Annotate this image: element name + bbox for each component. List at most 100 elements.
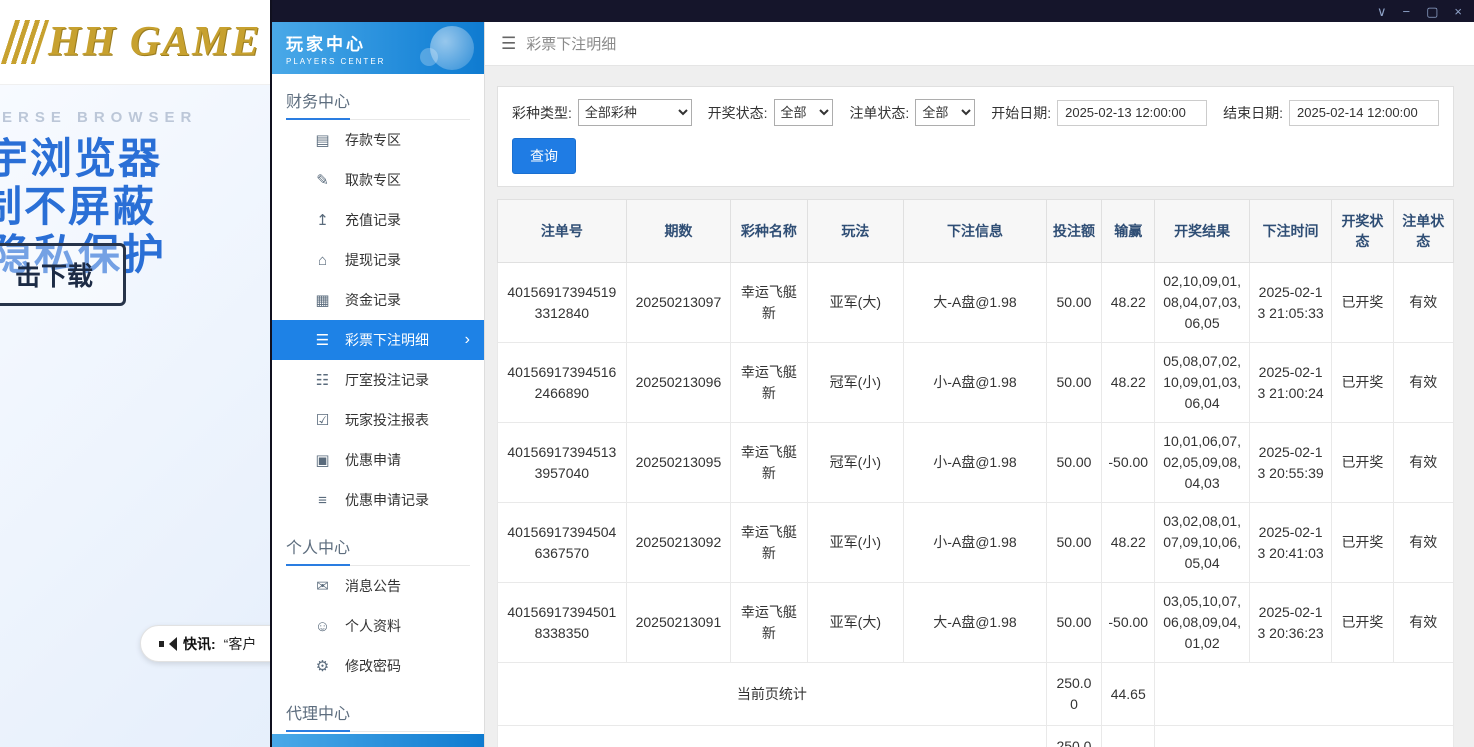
col-amount: 投注额 <box>1046 200 1101 263</box>
total-summary-row: 总统计 250.00 44.65 <box>498 726 1454 747</box>
sidebar-item-hall-bet-record[interactable]: ☷ 厅室投注记录 <box>272 360 484 400</box>
promo-en-text: ERSE BROWSER <box>2 109 197 126</box>
sidebar-item-label: 厅室投注记录 <box>345 370 429 390</box>
sidebar-item-message-notice[interactable]: ✉ 消息公告 <box>272 566 484 606</box>
cell-win-loss: -50.00 <box>1102 583 1155 663</box>
cell-period: 20250213092 <box>626 503 731 583</box>
cell-lottery: 幸运飞艇新 <box>731 423 807 503</box>
cell-play: 亚军(小) <box>807 503 904 583</box>
page-summary-win-loss: 44.65 <box>1102 663 1155 726</box>
ticker-text: “客户 <box>224 634 257 654</box>
col-order-status: 注单状态 <box>1393 200 1453 263</box>
sidebar-item-label: 取款专区 <box>345 170 401 190</box>
chevron-right-icon: › <box>465 331 470 349</box>
cell-order-status: 有效 <box>1393 583 1453 663</box>
cell-bet-time: 2025-02-13 21:00:24 <box>1249 343 1331 423</box>
total-summary-empty <box>1155 726 1454 747</box>
cell-order-id: 401569173945193312840 <box>498 263 627 343</box>
sidebar-item-withdrawal-record[interactable]: ⌂ 提现记录 <box>272 240 484 280</box>
cell-result: 03,05,10,07,06,08,09,04,01,02 <box>1155 583 1249 663</box>
section-personal: 个人中心 <box>272 520 484 566</box>
profile-icon: ☺ <box>314 618 331 635</box>
bet-status-select[interactable]: 全部 <box>915 99 975 126</box>
cell-draw-status: 已开奖 <box>1332 343 1393 423</box>
table-row: 401569173945193312840 20250213097 幸运飞艇新 … <box>498 263 1454 343</box>
cell-win-loss: 48.22 <box>1102 263 1155 343</box>
sidebar-item-deposit-zone[interactable]: ▤ 存款专区 <box>272 120 484 160</box>
sidebar-item-promo-apply-record[interactable]: ≡ 优惠申请记录 <box>272 480 484 520</box>
sidebar-decoration-circle-small <box>420 48 438 66</box>
cell-order-status: 有效 <box>1393 423 1453 503</box>
section-agent-title: 代理中心 <box>286 700 350 732</box>
speaker-icon <box>159 637 175 651</box>
lottery-type-select[interactable]: 全部彩种 <box>578 99 692 126</box>
sidebar: 玩家中心 PLAYERS CENTER 财务中心 ▤ 存款专区 ✎ 取款专区 ↥… <box>272 22 485 747</box>
cell-amount: 50.00 <box>1046 343 1101 423</box>
section-personal-title: 个人中心 <box>286 534 350 566</box>
logo-bars-icon <box>1 20 49 64</box>
col-result: 开奖结果 <box>1155 200 1249 263</box>
cell-play: 冠军(小) <box>807 423 904 503</box>
cell-amount: 50.00 <box>1046 263 1101 343</box>
cell-bet-time: 2025-02-13 20:36:23 <box>1249 583 1331 663</box>
sidebar-item-label: 优惠申请记录 <box>345 490 429 510</box>
filter-panel: 彩种类型: 全部彩种 开奖状态: 全部 注单状态: 全部 开始日期: <box>497 86 1454 187</box>
sidebar-item-funds-record[interactable]: ▦ 资金记录 <box>272 280 484 320</box>
window-maximize-icon[interactable]: ▢ <box>1426 5 1438 18</box>
hamburger-icon[interactable]: ☰ <box>501 34 516 54</box>
query-button[interactable]: 查询 <box>512 138 576 174</box>
cell-result: 02,10,09,01,08,04,07,03,06,05 <box>1155 263 1249 343</box>
cell-win-loss: 48.22 <box>1102 343 1155 423</box>
cell-bet-time: 2025-02-13 21:05:33 <box>1249 263 1331 343</box>
section-agent: 代理中心 <box>272 686 484 732</box>
main-topbar: ☰ 彩票下注明细 <box>485 22 1474 66</box>
sidebar-item-label: 提现记录 <box>345 250 401 270</box>
cell-bet-time: 2025-02-13 20:55:39 <box>1249 423 1331 503</box>
app-window: ∨ − ▢ × 玩家中心 PLAYERS CENTER 财务中心 ▤ 存款专区 … <box>270 0 1474 747</box>
table-row: 401569173945018338350 20250213091 幸运飞艇新 … <box>498 583 1454 663</box>
cell-bet-info: 小-A盘@1.98 <box>904 423 1047 503</box>
sidebar-item-lottery-bet-detail[interactable]: ☰ 彩票下注明细 › <box>272 320 484 360</box>
sidebar-footer-bar <box>272 734 484 747</box>
draw-status-select[interactable]: 全部 <box>774 99 834 126</box>
cell-draw-status: 已开奖 <box>1332 503 1393 583</box>
sidebar-item-withdraw-zone[interactable]: ✎ 取款专区 <box>272 160 484 200</box>
window-minimize-icon[interactable]: − <box>1403 5 1411 18</box>
sidebar-decoration-circle <box>430 26 474 70</box>
col-order-id: 注单号 <box>498 200 627 263</box>
logo-text: HH GAME <box>48 18 262 66</box>
start-date-input[interactable] <box>1057 100 1207 126</box>
cell-bet-info: 小-A盘@1.98 <box>904 343 1047 423</box>
draw-status-label: 开奖状态: <box>708 103 768 123</box>
col-win-loss: 输赢 <box>1102 200 1155 263</box>
end-date-input[interactable] <box>1289 100 1439 126</box>
sidebar-item-profile[interactable]: ☺ 个人资料 <box>272 606 484 646</box>
site-logo[interactable]: HH GAME <box>8 18 262 66</box>
download-button[interactable]: 击下载 <box>0 243 126 306</box>
page-title: 彩票下注明细 <box>526 33 616 54</box>
cell-result: 05,08,07,02,10,09,01,03,06,04 <box>1155 343 1249 423</box>
cell-period: 20250213095 <box>626 423 731 503</box>
sidebar-item-label: 修改密码 <box>345 656 401 676</box>
sidebar-item-promo-apply[interactable]: ▣ 优惠申请 <box>272 440 484 480</box>
promo-icon: ▣ <box>314 451 331 469</box>
sidebar-item-recharge-record[interactable]: ↥ 充值记录 <box>272 200 484 240</box>
section-finance-title: 财务中心 <box>286 88 350 120</box>
sidebar-item-label: 存款专区 <box>345 130 401 150</box>
sidebar-item-player-bet-report[interactable]: ☑ 玩家投注报表 <box>272 400 484 440</box>
cashout-icon: ⌂ <box>314 252 331 269</box>
cell-play: 亚军(大) <box>807 263 904 343</box>
table-row: 401569173945162466890 20250213096 幸运飞艇新 … <box>498 343 1454 423</box>
section-finance: 财务中心 <box>272 74 484 120</box>
window-chevron-icon[interactable]: ∨ <box>1377 5 1387 18</box>
col-period: 期数 <box>626 200 731 263</box>
page-summary-empty <box>1155 663 1454 726</box>
window-close-icon[interactable]: × <box>1454 5 1462 18</box>
cell-bet-time: 2025-02-13 20:41:03 <box>1249 503 1331 583</box>
sidebar-item-change-password[interactable]: ⚙ 修改密码 <box>272 646 484 686</box>
col-bet-info: 下注信息 <box>904 200 1047 263</box>
end-date-label: 结束日期: <box>1223 103 1283 123</box>
cell-order-id: 401569173945133957040 <box>498 423 627 503</box>
report-icon: ☑ <box>314 411 331 429</box>
cell-lottery: 幸运飞艇新 <box>731 583 807 663</box>
